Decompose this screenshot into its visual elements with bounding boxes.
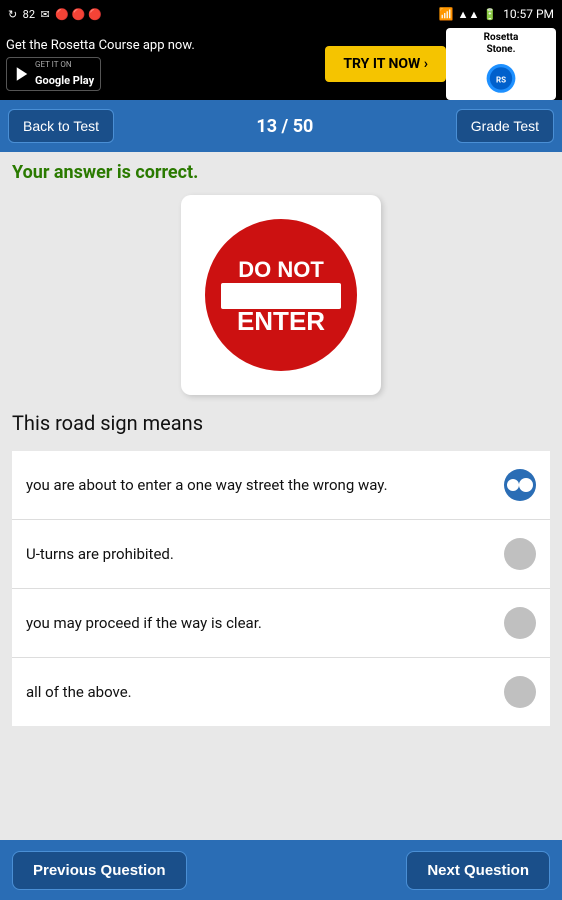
rosetta-stone-icon: RS (481, 56, 521, 96)
option-row-3[interactable]: you may proceed if the way is clear. (12, 589, 550, 658)
grade-test-button[interactable]: Grade Test (456, 109, 554, 143)
option-text-1: you are about to enter a one way street … (26, 475, 504, 496)
sign-container: DO NOT ENTER (12, 195, 550, 395)
status-left-icons: ↻ 82 ✉ 🔴 🔴 🔴 (8, 8, 102, 21)
options-container: you are about to enter a one way street … (12, 451, 550, 726)
status-icons: ↻ 82 ✉ 🔴 🔴 🔴 (8, 8, 102, 21)
status-right-icons: 📶 ▲▲ 🔋 10:57 PM (439, 7, 554, 21)
google-play-icon (13, 65, 31, 83)
back-to-test-button[interactable]: Back to Test (8, 109, 114, 143)
status-bar: ↻ 82 ✉ 🔴 🔴 🔴 📶 ▲▲ 🔋 10:57 PM (0, 0, 562, 28)
sign-wrapper: DO NOT ENTER (181, 195, 381, 395)
svg-text:ENTER: ENTER (237, 306, 325, 336)
option-text-2: U-turns are prohibited. (26, 544, 504, 565)
battery-icon: 🔋 (483, 8, 497, 21)
rosetta-stone-logo: RosettaStone. RS (446, 28, 556, 100)
previous-question-button[interactable]: Previous Question (12, 851, 187, 890)
option-text-3: you may proceed if the way is clear. (26, 613, 504, 634)
radio-option-3[interactable] (504, 607, 536, 639)
ad-title: Get the Rosetta Course app now. (6, 38, 195, 53)
nav-bar: Back to Test 13 / 50 Grade Test (0, 100, 562, 152)
svg-text:DO NOT: DO NOT (238, 257, 324, 282)
option-text-4: all of the above. (26, 682, 504, 703)
content-area: Your answer is correct. DO NOT ENTER Thi… (0, 152, 562, 736)
wifi-icon: 📶 (439, 7, 454, 21)
rosetta-logo-text: RosettaStone. (484, 32, 519, 56)
bottom-bar: Previous Question Next Question (0, 840, 562, 900)
ad-left-section: Get the Rosetta Course app now. GET IT O… (6, 38, 325, 91)
next-question-button[interactable]: Next Question (406, 851, 550, 890)
do-not-enter-sign: DO NOT ENTER (201, 215, 361, 375)
radio-option-1[interactable] (504, 469, 536, 501)
option-row-1[interactable]: you are about to enter a one way street … (12, 451, 550, 520)
radio-option-2[interactable] (504, 538, 536, 570)
ad-cta-button[interactable]: TRY IT NOW › (325, 46, 446, 82)
option-row-2[interactable]: U-turns are prohibited. (12, 520, 550, 589)
svg-text:RS: RS (496, 75, 506, 84)
question-counter: 13 / 50 (256, 116, 313, 137)
signal-icon: ▲▲ (458, 8, 480, 21)
question-text: This road sign means (12, 411, 550, 435)
option-row-4[interactable]: all of the above. (12, 658, 550, 726)
ad-banner[interactable]: Get the Rosetta Course app now. GET IT O… (0, 28, 562, 100)
time-display: 10:57 PM (503, 7, 554, 21)
correct-message: Your answer is correct. (12, 162, 550, 183)
google-play-badge[interactable]: GET IT ON Google Play (6, 57, 101, 91)
radio-option-4[interactable] (504, 676, 536, 708)
